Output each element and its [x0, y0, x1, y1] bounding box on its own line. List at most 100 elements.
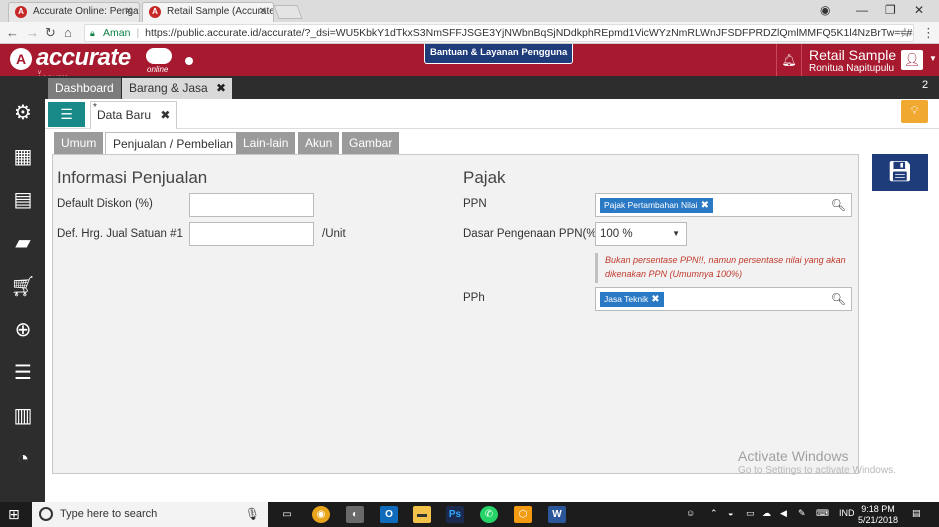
minimize-icon[interactable]: —	[856, 3, 868, 17]
reload-icon[interactable]: ↻	[45, 25, 56, 41]
archive-icon[interactable]: ☰	[8, 358, 38, 388]
browser-tab-active[interactable]: A Retail Sample (Accurate ✕	[142, 2, 274, 22]
open-tab-count[interactable]: 2⌄	[917, 78, 939, 103]
tab-label: Data Baru	[97, 108, 152, 122]
firefox-icon[interactable]: ◐	[346, 506, 364, 523]
help-button[interactable]: Bantuan & Layanan Pengguna	[424, 44, 574, 64]
tab-penjualan-pembelian[interactable]: Penjualan / Pembelian	[105, 132, 242, 155]
close-icon[interactable]: ✕	[125, 6, 133, 17]
app-icon[interactable]: ⬡	[514, 506, 532, 523]
network-icon[interactable]: ◒	[728, 508, 733, 518]
cloud-icon[interactable]: ☁	[762, 508, 771, 519]
remove-tag-icon[interactable]: ✖	[651, 294, 659, 305]
address-bar: ← → ↻ ⌂ 🔒︎ Aman | https://public.accurate.…	[0, 22, 939, 44]
notification-bell-icon[interactable]: 🔔︎	[776, 44, 802, 76]
battery-icon[interactable]: ▭	[746, 508, 755, 519]
windows-start-icon[interactable]: ⊞	[8, 506, 20, 523]
url-text: https://public.accurate.id/accurate/?_ds…	[145, 27, 913, 39]
chevron-up-icon[interactable]: ⌃	[710, 508, 718, 519]
price-input[interactable]	[189, 222, 314, 246]
list-view-button[interactable]: ☰	[48, 102, 85, 127]
maximize-icon[interactable]: ❐	[885, 3, 896, 17]
word-icon[interactable]: W	[548, 506, 566, 523]
tab-umum[interactable]: Umum	[54, 132, 104, 154]
ppn-label: PPN	[463, 198, 487, 210]
forward-icon[interactable]: →	[26, 25, 39, 40]
window-close-icon[interactable]: ✕	[914, 3, 924, 17]
pen-icon[interactable]: ✎	[798, 508, 806, 519]
tab-barang-jasa[interactable]: Barang & Jasa	[122, 78, 215, 99]
company-name[interactable]: Retail Sample	[809, 48, 896, 62]
home-icon[interactable]: ⌂	[64, 25, 72, 40]
bookmark-star-icon[interactable]: ☆	[899, 25, 911, 41]
logo-text: accurate	[36, 44, 131, 71]
photoshop-icon[interactable]: Ps	[446, 506, 464, 523]
ppn-base-value: 100 %	[600, 228, 633, 240]
avatar[interactable]: 👤︎	[901, 50, 923, 70]
form-tab-row: ☰ * Data Baru ✖ 💡︎	[45, 99, 939, 129]
ledger-icon[interactable]: ▤	[8, 185, 38, 215]
browser-tab-bar: A Accurate Online: Pengatu ✕ A Retail Sa…	[0, 0, 939, 22]
close-icon[interactable]: ✕	[259, 6, 267, 17]
remove-tag-icon[interactable]: ✖	[701, 200, 709, 211]
tab-lain-lain[interactable]: Lain-lain	[236, 132, 296, 154]
clock[interactable]: 9:18 PM 5/21/2018	[858, 504, 898, 526]
clock-date: 5/21/2018	[858, 515, 899, 525]
shopping-bag-add-icon[interactable]: ⊕	[8, 315, 38, 345]
search-icon[interactable]: 🔍︎	[831, 292, 846, 306]
language-indicator[interactable]: IND	[839, 508, 855, 518]
outlook-icon[interactable]: O	[380, 506, 398, 523]
sales-section-title: Informasi Penjualan	[57, 168, 208, 187]
cart-icon[interactable]: 🛒︎	[8, 272, 38, 302]
user-name[interactable]: Ronitua Napitupulu	[809, 63, 894, 74]
notifications-icon[interactable]: ▤	[912, 508, 921, 519]
close-icon[interactable]: ✖	[210, 78, 232, 99]
browser-tab[interactable]: A Accurate Online: Pengatu ✕	[8, 2, 140, 22]
logo-mark-icon: A	[10, 48, 32, 70]
tab-gambar[interactable]: Gambar	[342, 132, 400, 154]
lightbulb-icon[interactable]: 💡︎	[901, 100, 928, 123]
pie-chart-icon[interactable]: ◔	[8, 444, 38, 474]
account-icon[interactable]: ◉	[820, 3, 830, 17]
sidebar: ⚙ ▦ ▤ ▰ 🛒︎ ⊕ ☰ ▥ ◔	[0, 76, 45, 502]
people-icon[interactable]: ☺	[686, 508, 695, 518]
microphone-icon[interactable]: 🎙︎	[245, 502, 260, 527]
tab-dashboard[interactable]: Dashboard	[48, 78, 121, 99]
keyboard-icon[interactable]: ⌨	[816, 508, 829, 519]
building-icon[interactable]: ▦	[8, 142, 38, 172]
ppn-base-select[interactable]: 100 % ▼	[595, 222, 687, 246]
clock-time: 9:18 PM	[861, 504, 895, 514]
price-label: Def. Hrg. Jual Satuan #1	[57, 228, 183, 240]
tab-data-baru[interactable]: * Data Baru ✖	[90, 101, 178, 129]
cloud-icon	[146, 48, 172, 64]
file-explorer-icon[interactable]: ▬	[413, 506, 431, 523]
secure-label: Aman	[103, 27, 131, 39]
back-icon[interactable]: ←	[6, 25, 19, 40]
discount-input[interactable]	[189, 193, 314, 217]
close-icon[interactable]: ✖	[160, 108, 170, 122]
taskbar-search[interactable]: Type here to search 🎙︎	[32, 502, 268, 527]
taskbar: ⊞ Type here to search 🎙︎ ▭ ◉ ◐ O ▬ Ps ✆ …	[0, 502, 939, 527]
chrome-icon[interactable]: ◉	[312, 506, 330, 523]
pph-field[interactable]: Jasa Teknik ✖ 🔍︎	[595, 287, 852, 311]
tab-count: 2	[922, 79, 929, 91]
dropdown-arrow-icon: ▼	[672, 229, 680, 238]
search-placeholder: Type here to search	[60, 508, 158, 520]
volume-icon[interactable]: ◀	[780, 508, 787, 519]
wallet-icon[interactable]: ▰	[8, 228, 38, 258]
ppn-field[interactable]: Pajak Pertambahan Nilai ✖ 🔍︎	[595, 193, 852, 217]
save-button[interactable]: 💾︎	[872, 154, 928, 191]
unit-label: /Unit	[322, 228, 346, 240]
company-assets-icon[interactable]: ▥	[8, 401, 38, 431]
whatsapp-icon[interactable]: ✆	[480, 506, 498, 523]
gear-icon[interactable]: ⚙	[8, 98, 38, 128]
chevron-down-icon[interactable]: ▼	[929, 54, 937, 63]
new-tab-button[interactable]	[273, 5, 303, 19]
search-icon[interactable]: 🔍︎	[831, 198, 846, 212]
lock-icon: 🔒︎	[90, 28, 95, 38]
tab-akun[interactable]: Akun	[298, 132, 340, 154]
discount-label: Default Diskon (%)	[57, 198, 153, 210]
browser-menu-icon[interactable]: ⋮	[922, 25, 935, 41]
url-field[interactable]: 🔒︎ Aman | https://public.accurate.id/accur…	[84, 24, 914, 42]
task-view-icon[interactable]: ▭	[278, 506, 296, 523]
